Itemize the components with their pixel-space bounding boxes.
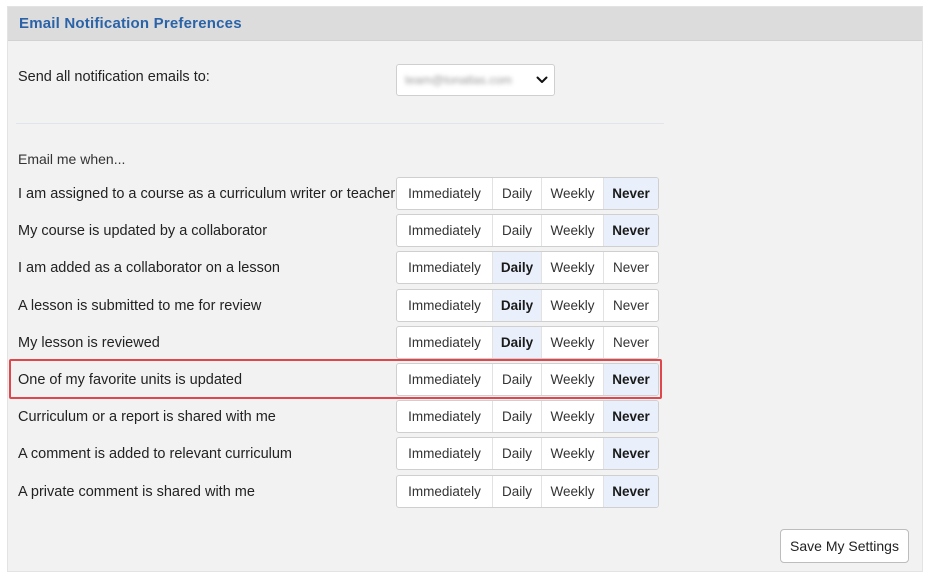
frequency-option-weekly[interactable]: Weekly [542, 178, 604, 209]
preference-row-label: A private comment is shared with me [18, 483, 255, 500]
frequency-segmented-control: Immediately Daily Weekly Never [396, 214, 659, 248]
page-title: Email Notification Preferences [19, 15, 242, 32]
frequency-option-immediately[interactable]: Immediately [397, 252, 493, 284]
frequency-option-never[interactable]: Never [604, 438, 658, 470]
frequency-option-weekly[interactable]: Weekly [542, 326, 604, 358]
frequency-option-daily[interactable]: Daily [493, 215, 542, 247]
frequency-option-immediately[interactable]: Immediately [397, 326, 493, 358]
frequency-option-never[interactable]: Never [604, 290, 658, 321]
frequency-option-never[interactable]: Never [604, 327, 658, 358]
frequency-option-immediately[interactable]: Immediately [397, 475, 493, 507]
panel-header: Email Notification Preferences [8, 7, 922, 41]
preference-row-label: I am assigned to a course as a curriculu… [18, 186, 396, 202]
frequency-segmented-control: Immediately Daily Weekly Never [396, 474, 659, 508]
frequency-option-weekly[interactable]: Weekly [542, 289, 604, 321]
frequency-option-weekly[interactable]: Weekly [542, 475, 604, 507]
preference-row: I am added as a collaborator on a lesson… [8, 251, 668, 285]
frequency-option-daily[interactable]: Daily [493, 289, 542, 321]
frequency-option-immediately[interactable]: Immediately [397, 401, 493, 433]
frequency-segmented-control: Immediately Daily Weekly Never [396, 177, 659, 210]
frequency-option-never[interactable]: Never [604, 252, 658, 283]
frequency-option-daily[interactable]: Daily [493, 178, 542, 209]
frequency-option-weekly[interactable]: Weekly [542, 401, 604, 433]
preference-row-label: I am added as a collaborator on a lesson [18, 260, 280, 277]
frequency-segmented-control: Immediately Daily Weekly Never [396, 251, 659, 285]
frequency-option-daily[interactable]: Daily [493, 252, 542, 284]
frequency-option-never[interactable]: Never [604, 475, 658, 507]
frequency-segmented-control: Immediately Daily Weekly Never [396, 363, 659, 396]
frequency-option-never[interactable]: Never [604, 364, 658, 395]
frequency-option-daily[interactable]: Daily [493, 364, 542, 395]
frequency-segmented-control: Immediately Daily Weekly Never [396, 437, 659, 471]
preference-row: I am assigned to a course as a curriculu… [8, 177, 668, 210]
frequency-option-immediately[interactable]: Immediately [397, 438, 493, 470]
preference-row: A lesson is submitted to me for review Im… [8, 288, 668, 322]
frequency-segmented-control: Immediately Daily Weekly Never [396, 325, 659, 359]
preference-row-label: A lesson is submitted to me for review [18, 297, 262, 314]
email-select[interactable]: team@tonatlas.com [396, 64, 555, 96]
preference-row-label: A comment is added to relevant curriculu… [18, 446, 293, 463]
frequency-option-weekly[interactable]: Weekly [542, 364, 604, 395]
preference-row-label: My course is updated by a collaborator [18, 223, 268, 240]
frequency-segmented-control: Immediately Daily Weekly Never [396, 400, 659, 434]
save-settings-button[interactable]: Save My Settings [780, 529, 909, 563]
preference-row: My course is updated by a collaborator Im… [8, 214, 668, 248]
preference-row: Curriculum or a report is shared with me… [8, 400, 668, 434]
frequency-option-immediately[interactable]: Immediately [397, 289, 493, 321]
preference-row: My lesson is reviewed Immediately Daily Wee… [8, 325, 668, 359]
frequency-option-weekly[interactable]: Weekly [542, 252, 604, 284]
frequency-option-immediately[interactable]: Immediately [397, 364, 493, 395]
frequency-option-never[interactable]: Never [604, 215, 658, 247]
send-to-label: Send all notification emails to: [18, 69, 210, 85]
preference-row: One of my favorite units is updated Immed… [8, 363, 668, 396]
frequency-option-daily[interactable]: Daily [493, 326, 542, 358]
chevron-down-icon [530, 65, 554, 95]
preference-row-label: Curriculum or a report is shared with me [18, 409, 276, 426]
frequency-option-daily[interactable]: Daily [493, 401, 542, 433]
preference-row-label: My lesson is reviewed [18, 334, 160, 351]
email-select-value: team@tonatlas.com [405, 73, 512, 87]
frequency-option-immediately[interactable]: Immediately [397, 178, 493, 209]
preference-row: A private comment is shared with me Immed… [8, 474, 668, 508]
preference-row: A comment is added to relevant curriculu… [8, 437, 668, 471]
email-me-when-label: Email me when... [18, 151, 126, 167]
section-divider [16, 123, 664, 124]
frequency-option-never[interactable]: Never [604, 401, 658, 433]
frequency-option-never[interactable]: Never [604, 178, 658, 209]
frequency-segmented-control: Immediately Daily Weekly Never [396, 288, 659, 322]
preference-row-label: One of my favorite units is updated [18, 372, 243, 388]
notification-preferences-panel: Email Notification Preferences Send all … [7, 6, 923, 572]
frequency-option-weekly[interactable]: Weekly [542, 215, 604, 247]
frequency-option-daily[interactable]: Daily [493, 438, 542, 470]
frequency-option-daily[interactable]: Daily [493, 475, 542, 507]
frequency-option-immediately[interactable]: Immediately [397, 215, 493, 247]
frequency-option-weekly[interactable]: Weekly [542, 438, 604, 470]
